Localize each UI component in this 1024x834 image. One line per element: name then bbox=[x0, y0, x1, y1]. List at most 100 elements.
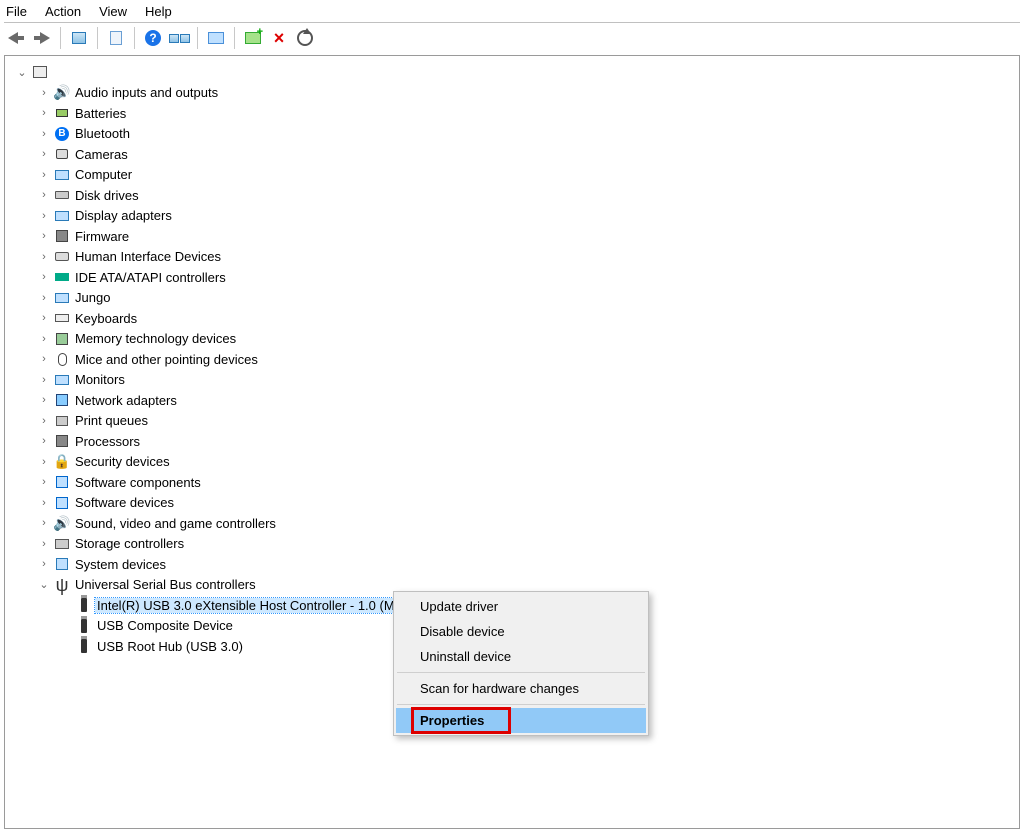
show-hide-console-icon[interactable] bbox=[67, 26, 91, 50]
tree-node[interactable]: › Disk drives bbox=[9, 185, 1019, 206]
tree-node[interactable]: ›🔊Audio inputs and outputs bbox=[9, 83, 1019, 104]
tree-node[interactable]: ›🔊Sound, video and game controllers bbox=[9, 513, 1019, 534]
tree-node[interactable]: › Mice and other pointing devices bbox=[9, 349, 1019, 370]
tree-node-label[interactable]: Monitors bbox=[73, 372, 127, 387]
properties-icon[interactable] bbox=[104, 26, 128, 50]
expand-icon[interactable]: › bbox=[37, 332, 51, 346]
tree-node-label[interactable]: Network adapters bbox=[73, 393, 179, 408]
tree-node[interactable]: › Cameras bbox=[9, 144, 1019, 165]
tree-node[interactable]: › System devices bbox=[9, 554, 1019, 575]
tree-node-label[interactable]: Audio inputs and outputs bbox=[73, 85, 220, 100]
context-menu[interactable]: Update driverDisable deviceUninstall dev… bbox=[393, 591, 649, 736]
expand-icon[interactable]: › bbox=[37, 455, 51, 469]
tree-node-label[interactable]: USB Root Hub (USB 3.0) bbox=[95, 639, 245, 654]
action-center-icon[interactable] bbox=[167, 26, 191, 50]
tree-node-label[interactable]: Disk drives bbox=[73, 188, 141, 203]
device-tree[interactable]: ⌄›🔊Audio inputs and outputs›Batteries›BB… bbox=[5, 56, 1019, 663]
tree-node[interactable]: › Processors bbox=[9, 431, 1019, 452]
tree-node[interactable]: › Computer bbox=[9, 165, 1019, 186]
context-menu-item-disable-device[interactable]: Disable device bbox=[396, 619, 646, 644]
tree-node-label[interactable]: Security devices bbox=[73, 454, 172, 469]
menu-action[interactable]: Action bbox=[45, 4, 81, 19]
monitor-icon[interactable] bbox=[204, 26, 228, 50]
tree-node[interactable]: › IDE ATA/ATAPI controllers bbox=[9, 267, 1019, 288]
nav-back-icon[interactable] bbox=[4, 26, 28, 50]
tree-node[interactable]: › Firmware bbox=[9, 226, 1019, 247]
expand-icon[interactable]: › bbox=[37, 168, 51, 182]
expand-icon[interactable]: › bbox=[37, 557, 51, 571]
expand-icon[interactable]: › bbox=[37, 188, 51, 202]
tree-node-label[interactable]: Processors bbox=[73, 434, 142, 449]
tree-node-label[interactable]: Bluetooth bbox=[73, 126, 132, 141]
help-icon[interactable]: ? bbox=[141, 26, 165, 50]
tree-node-label[interactable]: Intel(R) USB 3.0 eXtensible Host Control… bbox=[95, 598, 397, 613]
tree-node[interactable]: › Print queues bbox=[9, 411, 1019, 432]
tree-node-label[interactable]: Storage controllers bbox=[73, 536, 186, 551]
expand-icon[interactable]: › bbox=[37, 475, 51, 489]
tree-node[interactable]: › Software devices bbox=[9, 493, 1019, 514]
expand-icon[interactable]: › bbox=[37, 352, 51, 366]
expand-icon[interactable]: › bbox=[37, 209, 51, 223]
tree-node-label[interactable]: IDE ATA/ATAPI controllers bbox=[73, 270, 228, 285]
expand-icon[interactable]: › bbox=[37, 106, 51, 120]
tree-node[interactable]: › Batteries bbox=[9, 103, 1019, 124]
tree-node-label[interactable]: Human Interface Devices bbox=[73, 249, 223, 264]
tree-node-label[interactable]: Software components bbox=[73, 475, 203, 490]
expand-icon[interactable]: › bbox=[37, 270, 51, 284]
tree-node-label[interactable]: Software devices bbox=[73, 495, 176, 510]
tree-node[interactable]: › Keyboards bbox=[9, 308, 1019, 329]
tree-node-label[interactable]: Mice and other pointing devices bbox=[73, 352, 260, 367]
expand-icon[interactable]: › bbox=[37, 291, 51, 305]
add-hardware-icon[interactable]: + bbox=[241, 26, 265, 50]
tree-node-label[interactable]: Computer bbox=[73, 167, 134, 182]
expand-icon[interactable]: › bbox=[37, 434, 51, 448]
expand-icon[interactable]: › bbox=[37, 414, 51, 428]
tree-node-label[interactable]: Display adapters bbox=[73, 208, 174, 223]
tree-node[interactable]: › Memory technology devices bbox=[9, 329, 1019, 350]
refresh-icon[interactable] bbox=[293, 26, 317, 50]
menu-help[interactable]: Help bbox=[145, 4, 172, 19]
tree-node[interactable]: › Jungo bbox=[9, 288, 1019, 309]
tree-node-label[interactable]: Print queues bbox=[73, 413, 150, 428]
context-menu-item-scan-for-hardware-changes[interactable]: Scan for hardware changes bbox=[396, 676, 646, 701]
tree-node-label[interactable]: USB Composite Device bbox=[95, 618, 235, 633]
tree-node-label[interactable]: System devices bbox=[73, 557, 168, 572]
tree-node-label[interactable]: Firmware bbox=[73, 229, 131, 244]
tree-node-label[interactable]: Universal Serial Bus controllers bbox=[73, 577, 258, 592]
expand-icon[interactable]: › bbox=[37, 250, 51, 264]
expand-icon[interactable]: › bbox=[37, 373, 51, 387]
menu-file[interactable]: File bbox=[6, 4, 27, 19]
tree-node-label[interactable]: Cameras bbox=[73, 147, 130, 162]
tree-node[interactable]: ›🔒Security devices bbox=[9, 452, 1019, 473]
tree-node[interactable]: › Monitors bbox=[9, 370, 1019, 391]
expand-icon[interactable]: › bbox=[37, 311, 51, 325]
tree-node[interactable]: › Display adapters bbox=[9, 206, 1019, 227]
tree-node-label[interactable]: Memory technology devices bbox=[73, 331, 238, 346]
expand-icon[interactable]: › bbox=[37, 229, 51, 243]
expand-icon[interactable]: › bbox=[37, 86, 51, 100]
expand-icon[interactable]: › bbox=[37, 147, 51, 161]
tree-node[interactable]: › Human Interface Devices bbox=[9, 247, 1019, 268]
tree-node[interactable]: › Network adapters bbox=[9, 390, 1019, 411]
expand-icon[interactable]: › bbox=[37, 393, 51, 407]
tree-node-label[interactable]: Batteries bbox=[73, 106, 128, 121]
expand-icon[interactable]: › bbox=[37, 127, 51, 141]
collapse-icon[interactable]: ⌄ bbox=[15, 65, 29, 79]
tree-node-label[interactable]: Keyboards bbox=[73, 311, 139, 326]
tree-node[interactable]: ›BBluetooth bbox=[9, 124, 1019, 145]
tree-node-label[interactable]: Sound, video and game controllers bbox=[73, 516, 278, 531]
tree-node[interactable]: ⌄ bbox=[9, 62, 1019, 83]
menu-view[interactable]: View bbox=[99, 4, 127, 19]
nav-forward-icon[interactable] bbox=[30, 26, 54, 50]
context-menu-item-uninstall-device[interactable]: Uninstall device bbox=[396, 644, 646, 669]
context-menu-item-properties[interactable]: Properties bbox=[396, 708, 646, 733]
tree-node-label[interactable]: Jungo bbox=[73, 290, 112, 305]
tree-node[interactable]: › Storage controllers bbox=[9, 534, 1019, 555]
expand-icon[interactable]: › bbox=[37, 516, 51, 530]
remove-icon[interactable]: × bbox=[267, 26, 291, 50]
context-menu-item-update-driver[interactable]: Update driver bbox=[396, 594, 646, 619]
expand-icon[interactable]: › bbox=[37, 537, 51, 551]
collapse-icon[interactable]: ⌄ bbox=[37, 578, 51, 592]
expand-icon[interactable]: › bbox=[37, 496, 51, 510]
tree-node[interactable]: › Software components bbox=[9, 472, 1019, 493]
